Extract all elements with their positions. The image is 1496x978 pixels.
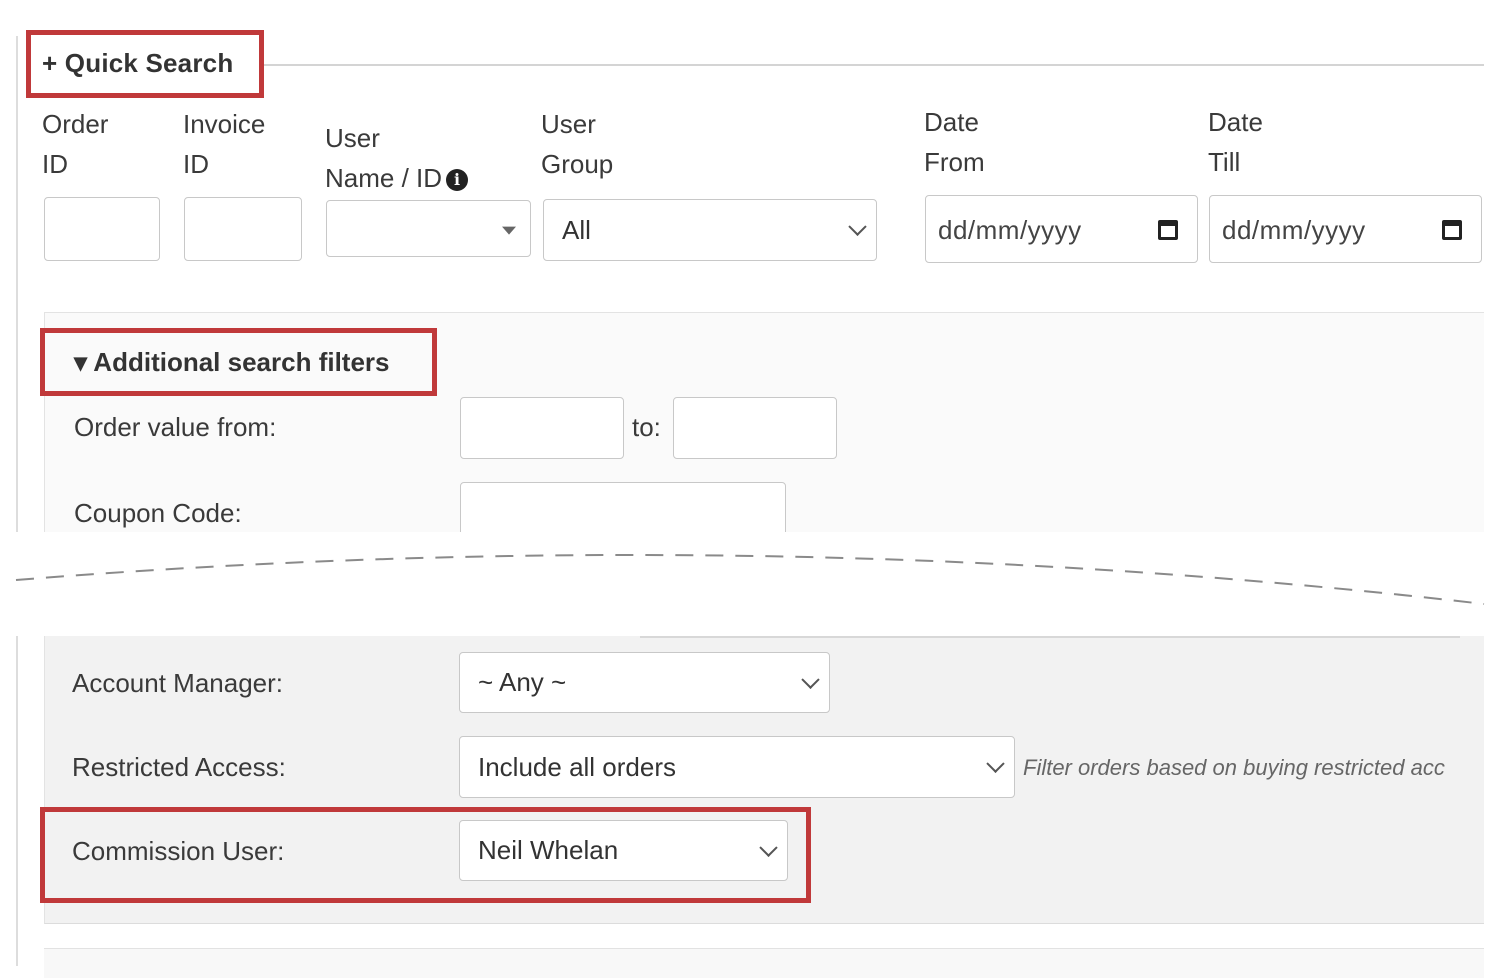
order-value-to-label: to: bbox=[632, 412, 661, 442]
dropdown-caret-icon bbox=[502, 226, 516, 235]
user-name-select[interactable] bbox=[326, 200, 531, 257]
account-manager-select[interactable]: ~ Any ~ bbox=[459, 652, 830, 713]
account-manager-value: ~ Any ~ bbox=[478, 667, 567, 697]
invoice-id-input[interactable] bbox=[184, 197, 302, 261]
order-value-to-input[interactable] bbox=[673, 397, 837, 459]
restricted-access-select[interactable]: Include all orders bbox=[459, 736, 1015, 798]
order-id-input[interactable] bbox=[44, 197, 160, 261]
order-id-label: Order ID bbox=[42, 109, 109, 179]
commission-user-value: Neil Whelan bbox=[478, 835, 619, 865]
order-value-from-label: Order value from: bbox=[74, 412, 277, 442]
commission-user-select[interactable]: Neil Whelan bbox=[459, 820, 788, 881]
chevron-down-icon bbox=[759, 838, 778, 857]
date-from-input[interactable]: dd/mm/yyyy bbox=[925, 195, 1198, 263]
account-manager-label: Account Manager: bbox=[72, 668, 284, 698]
chevron-down-icon bbox=[848, 217, 867, 236]
date-from-placeholder: dd/mm/yyyy bbox=[938, 215, 1082, 245]
date-till-input[interactable]: dd/mm/yyyy bbox=[1209, 195, 1482, 263]
coupon-code-label: Coupon Code: bbox=[74, 498, 242, 528]
info-icon[interactable]: i bbox=[446, 169, 469, 192]
date-till-placeholder: dd/mm/yyyy bbox=[1222, 215, 1366, 245]
date-from-label: Date From bbox=[924, 107, 985, 177]
user-group-value: All bbox=[562, 214, 591, 245]
invoice-id-label: Invoice ID bbox=[183, 109, 266, 179]
chevron-down-icon bbox=[986, 754, 1005, 773]
user-name-label: User Name / ID i bbox=[325, 118, 469, 198]
fieldset-border-top bbox=[262, 64, 1484, 66]
restricted-access-value: Include all orders bbox=[478, 751, 676, 782]
cut-separator bbox=[0, 532, 1496, 636]
next-panel-edge bbox=[44, 948, 1484, 978]
divider bbox=[640, 636, 1460, 638]
quick-search-toggle[interactable]: + Quick Search bbox=[42, 48, 233, 79]
restricted-access-label: Restricted Access: bbox=[72, 752, 286, 782]
order-value-from-input[interactable] bbox=[460, 397, 624, 459]
calendar-icon[interactable] bbox=[1442, 220, 1462, 240]
fieldset-border bbox=[16, 636, 18, 966]
restricted-access-help: Filter orders based on buying restricted… bbox=[1023, 755, 1445, 780]
calendar-icon[interactable] bbox=[1158, 220, 1178, 240]
fieldset-border bbox=[16, 36, 18, 536]
chevron-down-icon bbox=[801, 670, 820, 689]
date-till-label: Date Till bbox=[1208, 107, 1263, 177]
commission-user-label: Commission User: bbox=[72, 836, 285, 866]
user-group-select[interactable]: All bbox=[543, 199, 877, 261]
user-group-label: User Group bbox=[541, 109, 614, 179]
dashed-tear-line bbox=[15, 554, 1485, 605]
additional-filters-toggle[interactable]: ▾ Additional search filters bbox=[74, 347, 390, 378]
